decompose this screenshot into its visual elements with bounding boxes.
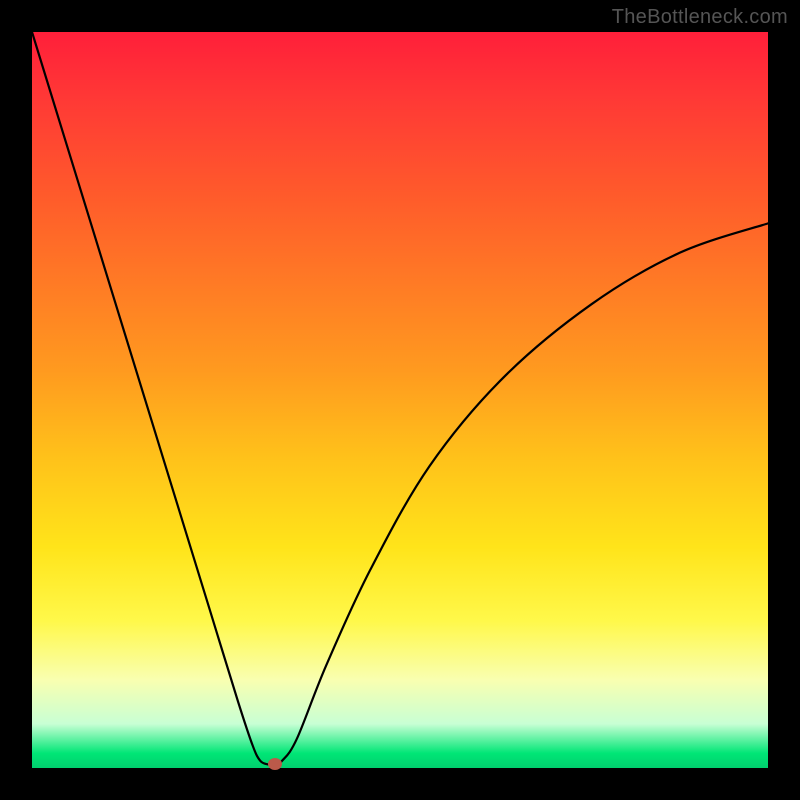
optimal-point-marker xyxy=(268,758,282,770)
curve-svg xyxy=(32,32,768,768)
bottleneck-curve-path xyxy=(32,32,768,765)
chart-frame: TheBottleneck.com xyxy=(0,0,800,800)
plot-area xyxy=(32,32,768,768)
watermark-text: TheBottleneck.com xyxy=(612,6,788,29)
